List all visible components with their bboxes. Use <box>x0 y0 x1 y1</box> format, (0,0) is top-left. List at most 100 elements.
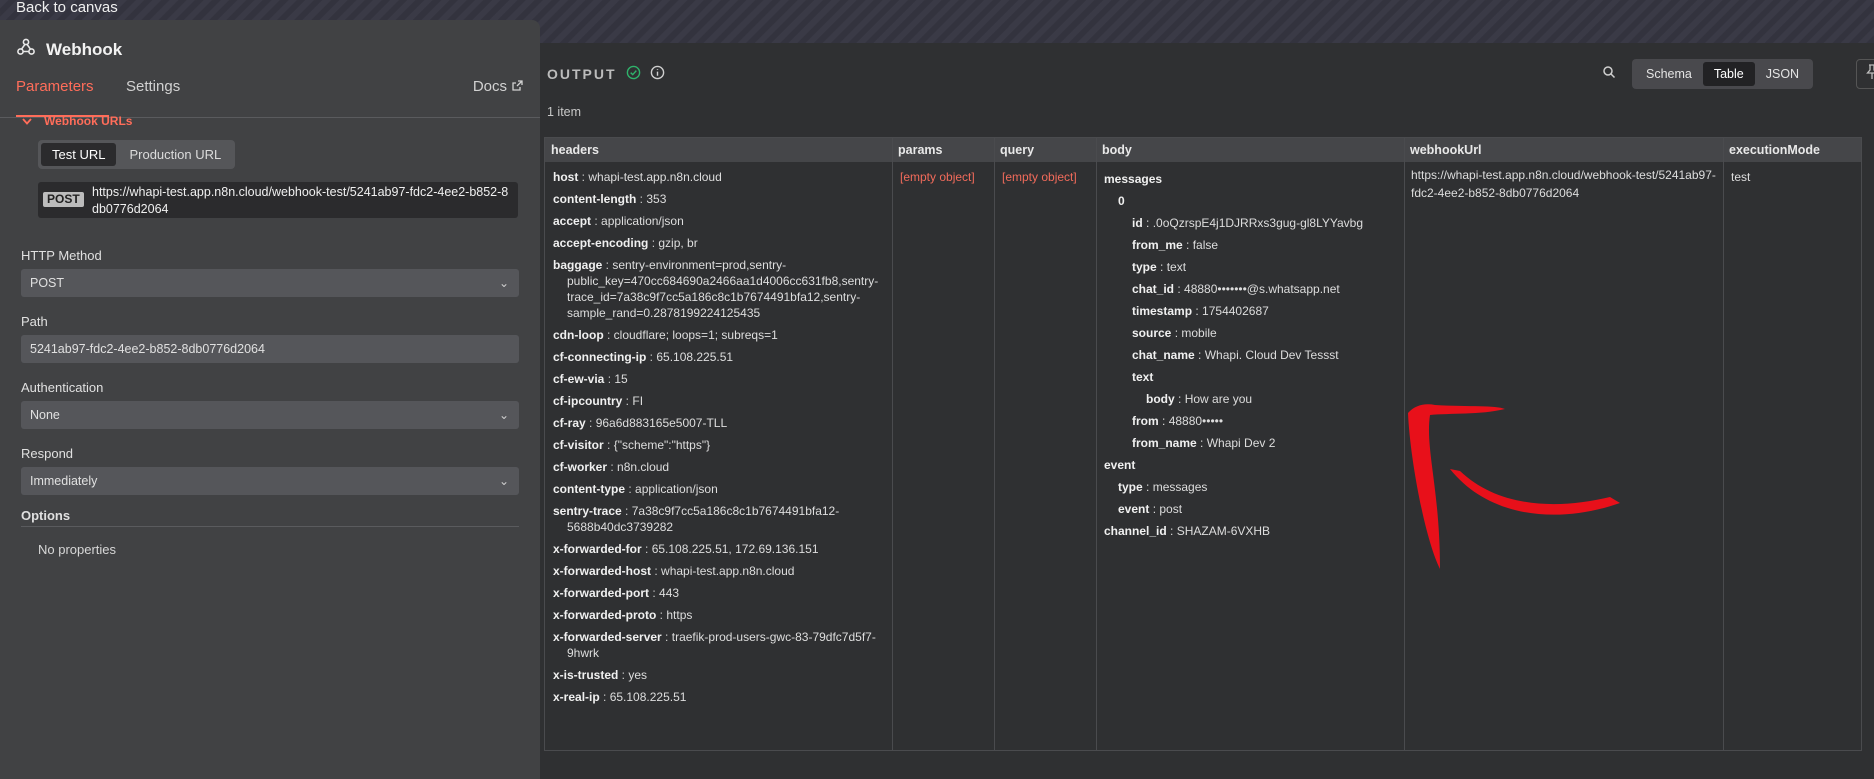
header-value: application/json <box>635 482 718 496</box>
webhook-url-text: https://whapi-test.app.n8n.cloud/webhook… <box>92 185 509 216</box>
body-entry: 0 <box>1118 192 1125 210</box>
body-value: How are you <box>1184 392 1253 406</box>
header-value: 353 <box>646 192 667 206</box>
header-key: x-forwarded-proto <box>553 608 657 622</box>
body-value: 48880••••• <box>1168 414 1224 428</box>
authentication-value: None <box>30 408 60 422</box>
tab-settings[interactable]: Settings <box>126 72 180 117</box>
header-value: whapi-test.app.n8n.cloud <box>588 170 722 184</box>
divider <box>892 138 893 750</box>
header-entry: cf-ray : 96a6d883165e5007-TLL <box>553 416 728 430</box>
header-entry: cf-ipcountry : FI <box>553 394 644 408</box>
body-value: text <box>1166 260 1187 274</box>
respond-value: Immediately <box>30 474 98 488</box>
tab-parameters[interactable]: Parameters <box>16 72 109 117</box>
back-to-canvas-link[interactable]: Back to canvas <box>16 0 118 16</box>
chevron-down-icon: ⌄ <box>498 474 509 488</box>
body-key: body <box>1146 392 1175 406</box>
body-key: text <box>1132 370 1154 384</box>
header-entry: cf-worker : n8n.cloud <box>553 460 670 474</box>
body-key: timestamp <box>1132 304 1193 318</box>
header-value: 65.108.225.51 <box>609 690 687 704</box>
production-url-option[interactable]: Production URL <box>118 143 232 166</box>
item-count: 1 item <box>547 105 582 119</box>
authentication-select[interactable]: None ⌄ <box>21 401 519 429</box>
output-title: OUTPUT <box>547 65 665 83</box>
body-key: from_name <box>1132 436 1197 450</box>
header-key: host <box>553 170 579 184</box>
body-key: type <box>1118 480 1143 494</box>
body-entry: chat_id : 48880•••••••@s.whatsapp.net <box>1132 282 1340 296</box>
header-key: cf-worker <box>553 460 608 474</box>
body-entry: channel_id : SHAZAM-6VXHB <box>1104 524 1271 538</box>
header-key: x-forwarded-for <box>553 542 642 556</box>
body-entry: source : mobile <box>1132 326 1217 340</box>
body-value: .0oQzrspE4j1DJRRxs3gug-gl8LYYavbg <box>1152 216 1364 230</box>
header-entry: cf-visitor : {"scheme":"https"} <box>553 438 711 452</box>
header-entry: x-forwarded-host : whapi-test.app.n8n.cl… <box>553 564 795 578</box>
header-key: cf-ray <box>553 416 586 430</box>
method-badge: POST <box>43 192 84 207</box>
info-icon[interactable] <box>650 65 665 83</box>
header-key: x-forwarded-server <box>553 630 662 644</box>
webhook-urls-toggle[interactable]: Webhook URLs <box>22 114 132 128</box>
no-properties-text: No properties <box>38 542 117 557</box>
body-key: type <box>1132 260 1157 274</box>
header-entry: accept : application/json <box>553 214 684 228</box>
output-view-toggle: Schema Table JSON <box>1632 59 1814 89</box>
http-method-label: HTTP Method <box>21 248 102 263</box>
body-entry: from : 48880••••• <box>1132 414 1224 428</box>
output-table: headers params query body webhookUrl exe… <box>544 137 1862 751</box>
header-entry: content-type : application/json <box>553 482 718 496</box>
body-entry: from_me : false <box>1132 238 1219 252</box>
body-value: Whapi. Cloud Dev Tessst <box>1204 348 1339 362</box>
divider <box>1723 138 1724 750</box>
header-key: content-length <box>553 192 637 206</box>
body-value: SHAZAM-6VXHB <box>1176 524 1271 538</box>
node-title: Webhook <box>16 37 122 62</box>
http-method-select[interactable]: POST ⌄ <box>21 269 519 297</box>
view-schema[interactable]: Schema <box>1635 62 1703 86</box>
docs-link[interactable]: Docs <box>473 72 523 102</box>
path-value: 5241ab97-fdc2-4ee2-b852-8db0776d2064 <box>30 342 265 356</box>
header-key: accept <box>553 214 592 228</box>
body-key: chat_name <box>1132 348 1195 362</box>
header-value: 65.108.225.51 <box>656 350 734 364</box>
node-parameters-panel: Webhook Parameters Settings Docs Webhook… <box>0 20 540 779</box>
body-value: false <box>1192 238 1219 252</box>
header-entry: sentry-trace : 7a38c9f7cc5a186c8c1b76744… <box>553 504 840 534</box>
header-entry: x-forwarded-port : 443 <box>553 586 680 600</box>
header-value: 65.108.225.51, 172.69.136.151 <box>651 542 819 556</box>
body-key: source <box>1132 326 1172 340</box>
test-url-option[interactable]: Test URL <box>41 143 117 166</box>
header-entry: content-length : 353 <box>553 192 667 206</box>
search-icon[interactable] <box>1602 65 1618 81</box>
header-entry: x-forwarded-server : traefik-prod-users-… <box>553 630 876 660</box>
node-tabs: Parameters Settings Docs <box>0 72 540 118</box>
column-header-params: params <box>898 143 943 157</box>
column-header-body: body <box>1102 143 1132 157</box>
column-header-query: query <box>1000 143 1035 157</box>
respond-select[interactable]: Immediately ⌄ <box>21 467 519 495</box>
body-key: from <box>1132 414 1159 428</box>
header-key: content-type <box>553 482 625 496</box>
body-entry: type : text <box>1132 260 1187 274</box>
headers-cell: host : whapi-test.app.n8n.cloud content-l… <box>553 166 883 708</box>
view-table[interactable]: Table <box>1702 62 1755 86</box>
column-header-webhookurl: webhookUrl <box>1410 143 1482 157</box>
body-value: Whapi Dev 2 <box>1206 436 1276 450</box>
body-entry: body : How are you <box>1146 392 1253 406</box>
query-cell: [empty object] <box>1002 170 1077 184</box>
body-entry: chat_name : Whapi. Cloud Dev Tessst <box>1132 348 1339 362</box>
view-json[interactable]: JSON <box>1755 62 1810 86</box>
webhook-url-display[interactable]: POST https://whapi-test.app.n8n.cloud/we… <box>38 182 518 218</box>
body-entry: id : .0oQzrspE4j1DJRRxs3gug-gl8LYYavbg <box>1132 216 1364 230</box>
body-key: 0 <box>1118 194 1125 208</box>
path-input[interactable]: 5241ab97-fdc2-4ee2-b852-8db0776d2064 <box>21 335 519 363</box>
pin-data-button[interactable] <box>1856 59 1874 89</box>
body-entry: messages <box>1104 170 1162 188</box>
header-key: accept-encoding <box>553 236 649 250</box>
webhook-icon <box>16 37 36 62</box>
header-value: 15 <box>614 372 628 386</box>
red-arrow-annotation <box>1408 404 1620 569</box>
